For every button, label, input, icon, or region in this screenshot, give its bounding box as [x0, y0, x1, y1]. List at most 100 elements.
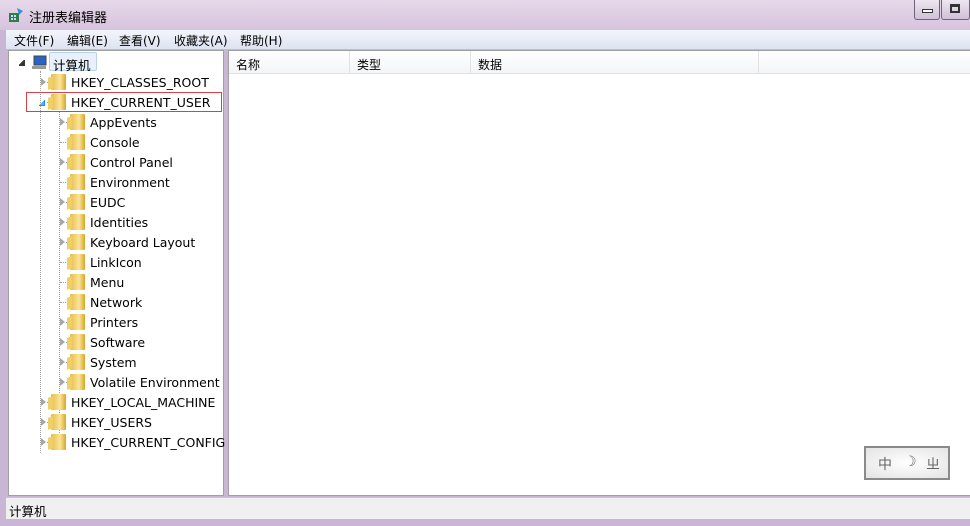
tree-hive[interactable]: HKEY_CURRENT_USER	[9, 92, 223, 112]
tree-key[interactable]: Console	[9, 132, 223, 152]
folder-icon	[70, 354, 85, 370]
folder-icon	[51, 414, 66, 430]
column-header-name[interactable]: 名称	[229, 51, 350, 74]
folder-icon	[51, 394, 66, 410]
tree-hive[interactable]: HKEY_CURRENT_CONFIG	[9, 432, 226, 452]
registry-tree[interactable]: 计算机 HKEY_CLASSES_ROOT HKEY_CURRENT_USER Ap…	[8, 50, 226, 496]
values-pane[interactable]: 名称 类型 数据	[228, 50, 970, 496]
folder-icon	[70, 194, 85, 210]
menu-help[interactable]: 帮助(H)	[240, 32, 282, 49]
tree-key[interactable]: Control Panel	[9, 152, 223, 172]
tree-label: Menu	[90, 275, 125, 290]
expand-arrow-icon[interactable]	[60, 318, 65, 326]
tree-key[interactable]: Software	[9, 332, 223, 352]
status-path: 计算机	[9, 504, 47, 519]
tree-label: HKEY_LOCAL_MACHINE	[71, 395, 216, 410]
maximize-button[interactable]	[941, 0, 970, 20]
ime-punct[interactable]: ㄓ	[926, 454, 940, 474]
folder-icon	[51, 74, 66, 90]
ime-lang[interactable]: 中	[878, 454, 892, 474]
menu-bar: 文件(F) 编辑(E) 查看(V) 收藏夹(A) 帮助(H)	[6, 30, 970, 49]
folder-icon	[70, 314, 85, 330]
tree-label: Environment	[90, 175, 170, 190]
menu-file[interactable]: 文件(F)	[14, 32, 54, 49]
status-bar: 计算机	[6, 497, 970, 519]
tree-label: Identities	[90, 215, 149, 230]
folder-icon	[70, 174, 85, 190]
regedit-icon	[9, 8, 23, 22]
expand-arrow-icon[interactable]	[60, 378, 65, 386]
folder-icon	[70, 114, 85, 130]
expand-arrow-icon[interactable]	[41, 418, 46, 426]
folder-icon	[70, 134, 85, 150]
expand-arrow-icon[interactable]	[41, 398, 46, 406]
minimize-icon	[922, 9, 933, 13]
tree-label: HKEY_USERS	[71, 415, 152, 430]
folder-icon	[70, 374, 85, 390]
expand-arrow-icon[interactable]	[60, 358, 65, 366]
tree-key[interactable]: System	[9, 352, 223, 372]
tree-label: AppEvents	[90, 115, 157, 130]
expand-arrow-icon[interactable]	[60, 198, 65, 206]
tree-label: EUDC	[90, 195, 126, 210]
folder-icon	[70, 294, 85, 310]
folder-icon	[70, 154, 85, 170]
tree-key[interactable]: LinkIcon	[9, 252, 223, 272]
folder-icon	[70, 274, 85, 290]
tree-key[interactable]: AppEvents	[9, 112, 223, 132]
column-header-filler	[759, 51, 970, 74]
folder-icon	[70, 214, 85, 230]
expand-arrow-icon[interactable]	[41, 78, 46, 86]
collapse-arrow-icon[interactable]	[19, 60, 25, 66]
tree-key[interactable]: Keyboard Layout	[9, 232, 223, 252]
tree-key[interactable]: Menu	[9, 272, 223, 292]
window-title: 注册表编辑器	[29, 11, 108, 26]
selection-box	[26, 92, 222, 112]
tree-label: HKEY_CURRENT_CONFIG	[71, 435, 226, 450]
expand-arrow-icon[interactable]	[60, 338, 65, 346]
column-label: 类型	[357, 58, 382, 72]
tree-root-computer[interactable]: 计算机	[9, 52, 109, 73]
tree-hive[interactable]: HKEY_LOCAL_MACHINE	[9, 392, 223, 412]
tree-label: LinkIcon	[90, 255, 142, 270]
tree-key[interactable]: EUDC	[9, 192, 223, 212]
tree-label: Keyboard Layout	[90, 235, 196, 250]
expand-arrow-icon[interactable]	[41, 438, 46, 446]
ime-toolbar[interactable]: 中 ☽ ㄓ	[864, 446, 950, 480]
folder-icon	[70, 334, 85, 350]
tree-key[interactable]: Printers	[9, 312, 223, 332]
tree-label: HKEY_CLASSES_ROOT	[71, 75, 209, 90]
expand-arrow-icon[interactable]	[60, 158, 65, 166]
ime-mode-moon-icon[interactable]: ☽	[904, 454, 917, 470]
tree-label: Printers	[90, 315, 139, 330]
folder-icon	[70, 254, 85, 270]
column-header-type[interactable]: 类型	[350, 51, 471, 74]
folder-icon	[70, 234, 85, 250]
column-header-data[interactable]: 数据	[471, 51, 759, 74]
tree-key[interactable]: Identities	[9, 212, 223, 232]
expand-arrow-icon[interactable]	[60, 218, 65, 226]
expand-arrow-icon[interactable]	[60, 238, 65, 246]
title-bar: 注册表编辑器	[0, 0, 970, 30]
maximize-icon	[950, 4, 960, 13]
folder-icon	[51, 434, 66, 450]
tree-label: Software	[90, 335, 146, 350]
column-label: 名称	[236, 58, 261, 72]
column-label: 数据	[478, 58, 503, 72]
tree-label: Console	[90, 135, 140, 150]
tree-key[interactable]: Volatile Environment	[9, 372, 223, 392]
menu-view[interactable]: 查看(V)	[119, 32, 161, 49]
tree-label: Network	[90, 295, 143, 310]
tree-key[interactable]: Network	[9, 292, 223, 312]
tree-key[interactable]: Environment	[9, 172, 223, 192]
tree-hive[interactable]: HKEY_USERS	[9, 412, 223, 432]
menu-favorites[interactable]: 收藏夹(A)	[174, 32, 228, 49]
menu-edit[interactable]: 编辑(E)	[67, 32, 108, 49]
expand-arrow-icon[interactable]	[60, 118, 65, 126]
computer-icon	[32, 55, 47, 69]
tree-label: Control Panel	[90, 155, 173, 170]
tree-hive[interactable]: HKEY_CLASSES_ROOT	[9, 72, 223, 92]
minimize-button[interactable]	[914, 0, 940, 20]
tree-label: Volatile Environment	[90, 375, 220, 390]
tree-label: System	[90, 355, 137, 370]
